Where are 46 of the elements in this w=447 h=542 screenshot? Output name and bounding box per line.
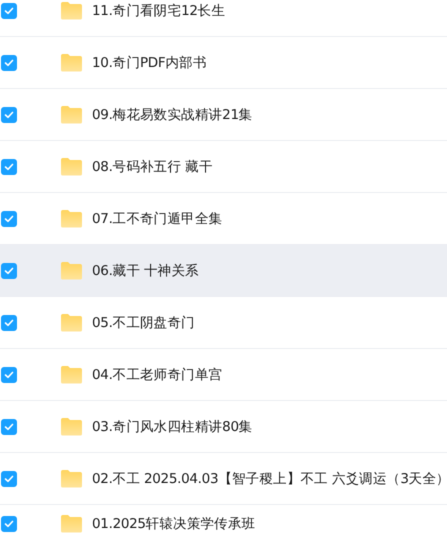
folder-name: 09.梅花易数实战精讲21集 — [92, 106, 252, 124]
folder-icon — [60, 365, 83, 384]
check-icon — [4, 6, 14, 14]
file-row[interactable]: 06.藏干 十神关系 — [0, 245, 447, 297]
checkbox[interactable] — [1, 106, 17, 122]
folder-icon — [60, 209, 83, 228]
check-icon — [4, 318, 14, 326]
folder-name: 06.藏干 十神关系 — [92, 262, 199, 280]
check-icon — [4, 474, 14, 482]
folder-name: 07.工不奇门遁甲全集 — [92, 210, 222, 228]
folder-name: 11.奇门看阴宅12长生 — [92, 2, 226, 20]
folder-icon — [60, 514, 83, 533]
checkbox[interactable] — [1, 314, 17, 330]
folder-name: 04.不工老师奇门单宫 — [92, 366, 222, 384]
folder-icon — [60, 105, 83, 124]
check-icon — [4, 422, 14, 430]
folder-icon — [60, 261, 83, 280]
folder-name: 02.不工 2025.04.03【智子稷上】不工 六爻调运（3天全） — [92, 470, 447, 488]
checkbox[interactable] — [1, 54, 17, 70]
check-icon — [4, 266, 14, 274]
checkbox[interactable] — [1, 158, 17, 174]
folder-icon — [60, 417, 83, 436]
folder-name: 01.2025轩辕决策学传承班 — [92, 514, 256, 532]
check-icon — [4, 58, 14, 66]
checkbox[interactable] — [1, 366, 17, 382]
folder-name: 10.奇门PDF内部书 — [92, 54, 206, 72]
checkbox[interactable] — [1, 2, 17, 18]
folder-icon — [60, 313, 83, 332]
check-icon — [4, 110, 14, 118]
folder-icon — [60, 1, 83, 20]
checkbox[interactable] — [1, 470, 17, 486]
checkbox[interactable] — [1, 418, 17, 434]
check-icon — [4, 370, 14, 378]
folder-icon — [60, 53, 83, 72]
check-icon — [4, 162, 14, 170]
check-icon — [4, 214, 14, 222]
folder-icon — [60, 157, 83, 176]
folder-name: 08.号码补五行 藏干 — [92, 158, 212, 176]
checkbox[interactable] — [1, 516, 17, 532]
folder-name: 05.不工阴盘奇门 — [92, 314, 195, 332]
checkbox[interactable] — [1, 262, 17, 278]
file-row[interactable]: 11.奇门看阴宅12长生 — [0, 0, 447, 37]
folder-name: 03.奇门风水四柱精讲80集 — [92, 418, 252, 436]
checkbox[interactable] — [1, 210, 17, 226]
check-icon — [4, 520, 14, 528]
folder-icon — [60, 469, 83, 488]
